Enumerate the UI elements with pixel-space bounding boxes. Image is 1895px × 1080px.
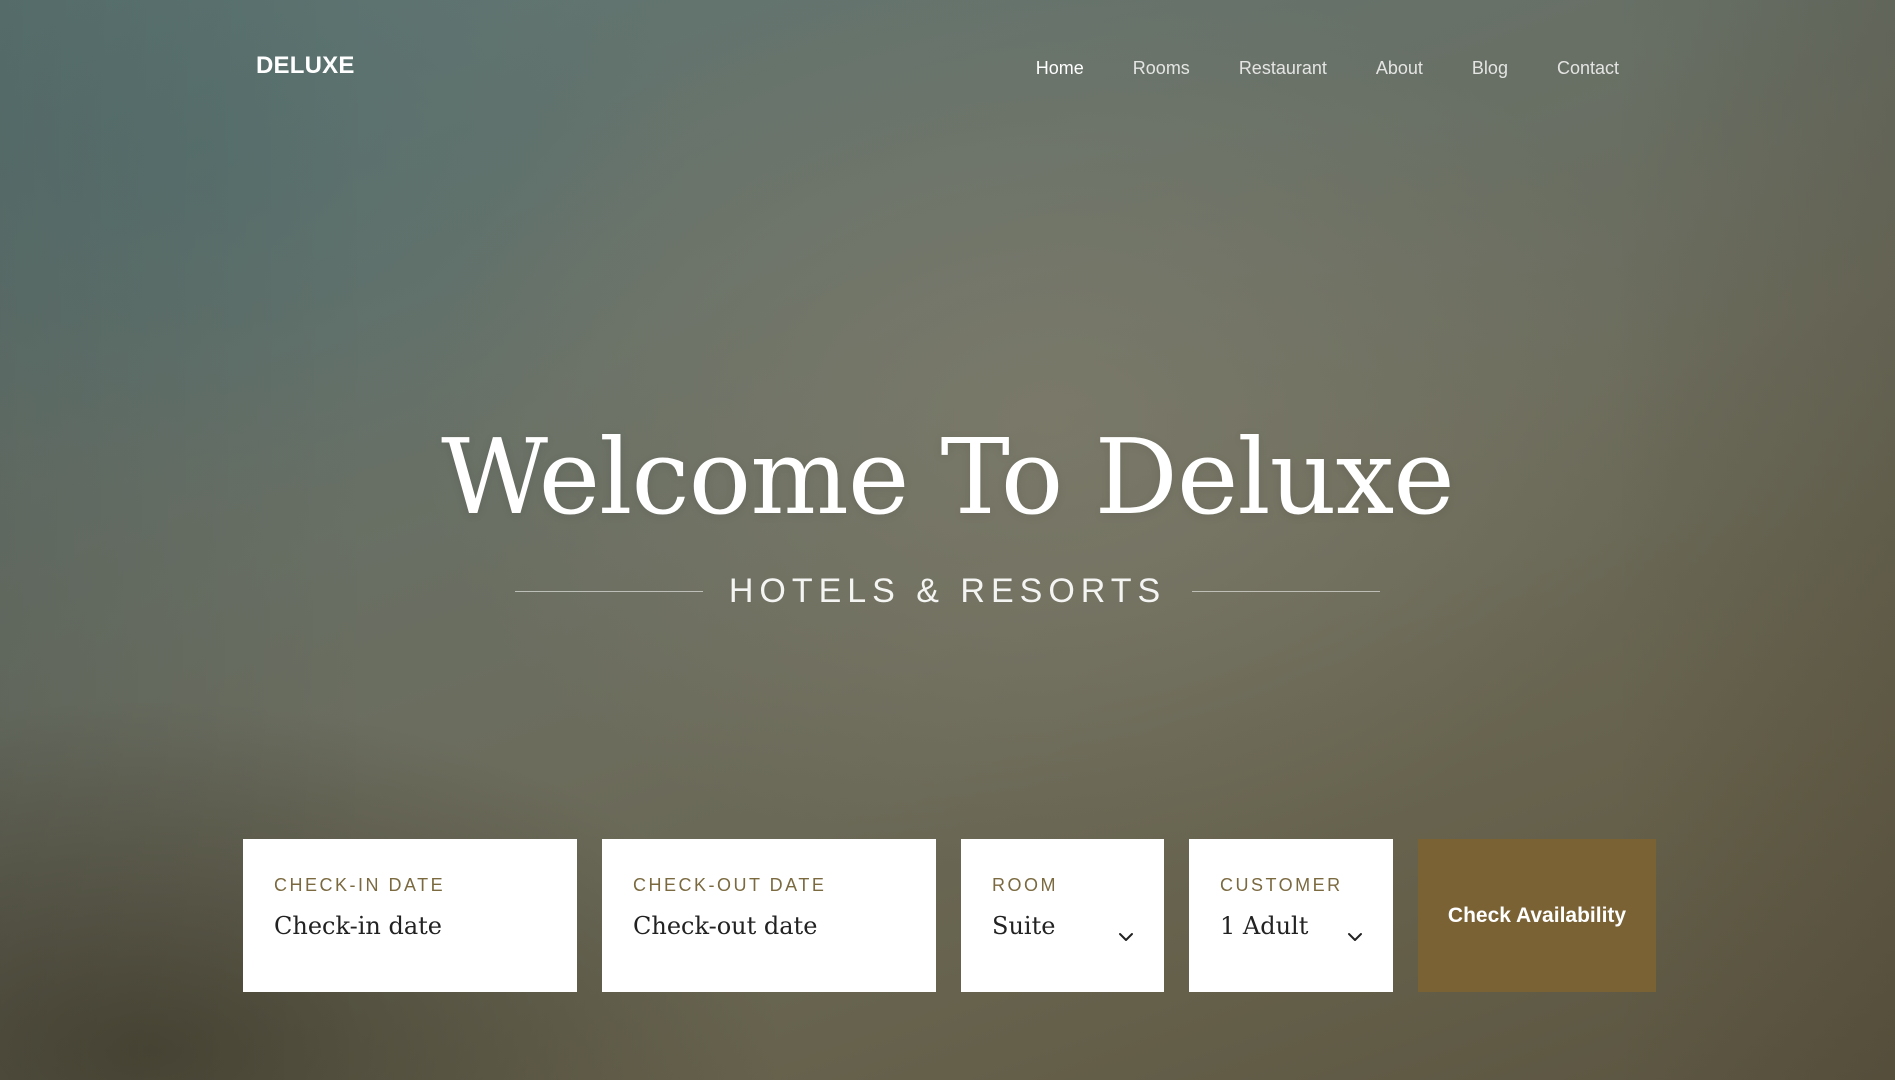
checkout-input[interactable]: Check-out date <box>633 912 906 940</box>
chevron-down-icon[interactable] <box>1347 931 1363 943</box>
customer-value[interactable]: 1 Adult <box>1220 912 1363 940</box>
room-select[interactable]: ROOM Suite <box>961 839 1164 992</box>
nav-item-rooms[interactable]: Rooms <box>1133 58 1190 79</box>
checkin-label: CHECK-IN DATE <box>274 875 446 895</box>
hero-subtitle: HOTELS & RESORTS <box>728 572 1167 611</box>
hero-text: Welcome To Deluxe HOTELS & RESORTS <box>0 420 1895 611</box>
check-availability-button[interactable]: Check Availability <box>1418 839 1656 992</box>
nav-item-blog[interactable]: Blog <box>1472 58 1508 79</box>
booking-form: CHECK-IN DATE Check-in date CHECK-OUT DA… <box>243 839 1656 992</box>
checkout-field[interactable]: CHECK-OUT DATE Check-out date <box>602 839 936 992</box>
nav-item-restaurant[interactable]: Restaurant <box>1239 58 1327 79</box>
room-value[interactable]: Suite <box>992 912 1134 940</box>
checkout-label: CHECK-OUT DATE <box>633 875 827 895</box>
site-header: DELUXE Home Rooms Restaurant About Blog … <box>0 0 1895 140</box>
hero-subtitle-row: HOTELS & RESORTS <box>0 572 1895 611</box>
main-nav: Home Rooms Restaurant About Blog Contact <box>987 58 1619 79</box>
nav-item-home[interactable]: Home <box>1036 58 1084 79</box>
nav-item-about[interactable]: About <box>1376 58 1423 79</box>
nav-item-contact[interactable]: Contact <box>1557 58 1619 79</box>
hero-section: DELUXE Home Rooms Restaurant About Blog … <box>0 0 1895 1080</box>
checkin-field[interactable]: CHECK-IN DATE Check-in date <box>243 839 577 992</box>
checkin-input[interactable]: Check-in date <box>274 912 547 940</box>
customer-select[interactable]: CUSTOMER 1 Adult <box>1189 839 1393 992</box>
hero-title: Welcome To Deluxe <box>441 416 1455 538</box>
chevron-down-icon[interactable] <box>1118 931 1134 943</box>
customer-label: CUSTOMER <box>1220 875 1343 895</box>
room-label: ROOM <box>992 875 1058 895</box>
subtitle-divider-right <box>1192 591 1381 593</box>
site-logo[interactable]: DELUXE <box>256 52 355 80</box>
subtitle-divider-left <box>514 591 703 593</box>
